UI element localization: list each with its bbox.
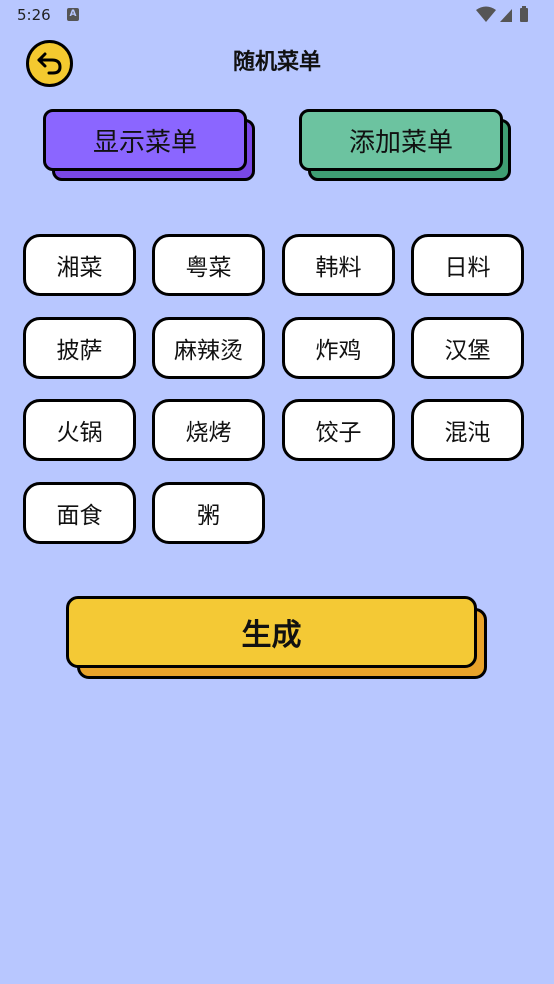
menu-tag[interactable]: 炸鸡 (282, 317, 395, 379)
show-menu-button[interactable]: 显示菜单 (43, 109, 256, 182)
menu-tag[interactable]: 粤菜 (152, 234, 265, 296)
menu-tag[interactable]: 混沌 (411, 399, 524, 461)
menu-tag[interactable]: 披萨 (23, 317, 136, 379)
status-bar: 5:26 A (0, 0, 554, 30)
cellular-signal-icon (500, 9, 512, 22)
show-menu-label: 显示菜单 (43, 109, 247, 171)
add-menu-button[interactable]: 添加菜单 (299, 109, 512, 182)
menu-tag[interactable]: 日料 (411, 234, 524, 296)
menu-tag[interactable]: 火锅 (23, 399, 136, 461)
menu-tag[interactable]: 湘菜 (23, 234, 136, 296)
menu-tag[interactable]: 汉堡 (411, 317, 524, 379)
menu-tag[interactable]: 面食 (23, 482, 136, 544)
generate-label: 生成 (66, 596, 477, 668)
generate-button[interactable]: 生成 (66, 596, 487, 679)
wifi-icon (476, 6, 496, 22)
add-menu-label: 添加菜单 (299, 109, 503, 171)
menu-tag[interactable]: 饺子 (282, 399, 395, 461)
status-icons (476, 6, 536, 24)
page-title: 随机菜单 (232, 50, 321, 75)
battery-icon (520, 6, 528, 22)
menu-tag[interactable]: 粥 (152, 482, 265, 544)
menu-tag[interactable]: 麻辣烫 (152, 317, 265, 379)
notification-a-icon: A (67, 8, 79, 21)
menu-tag[interactable]: 烧烤 (152, 399, 265, 461)
status-time: 5:26 (17, 6, 51, 24)
menu-tag[interactable]: 韩料 (282, 234, 395, 296)
